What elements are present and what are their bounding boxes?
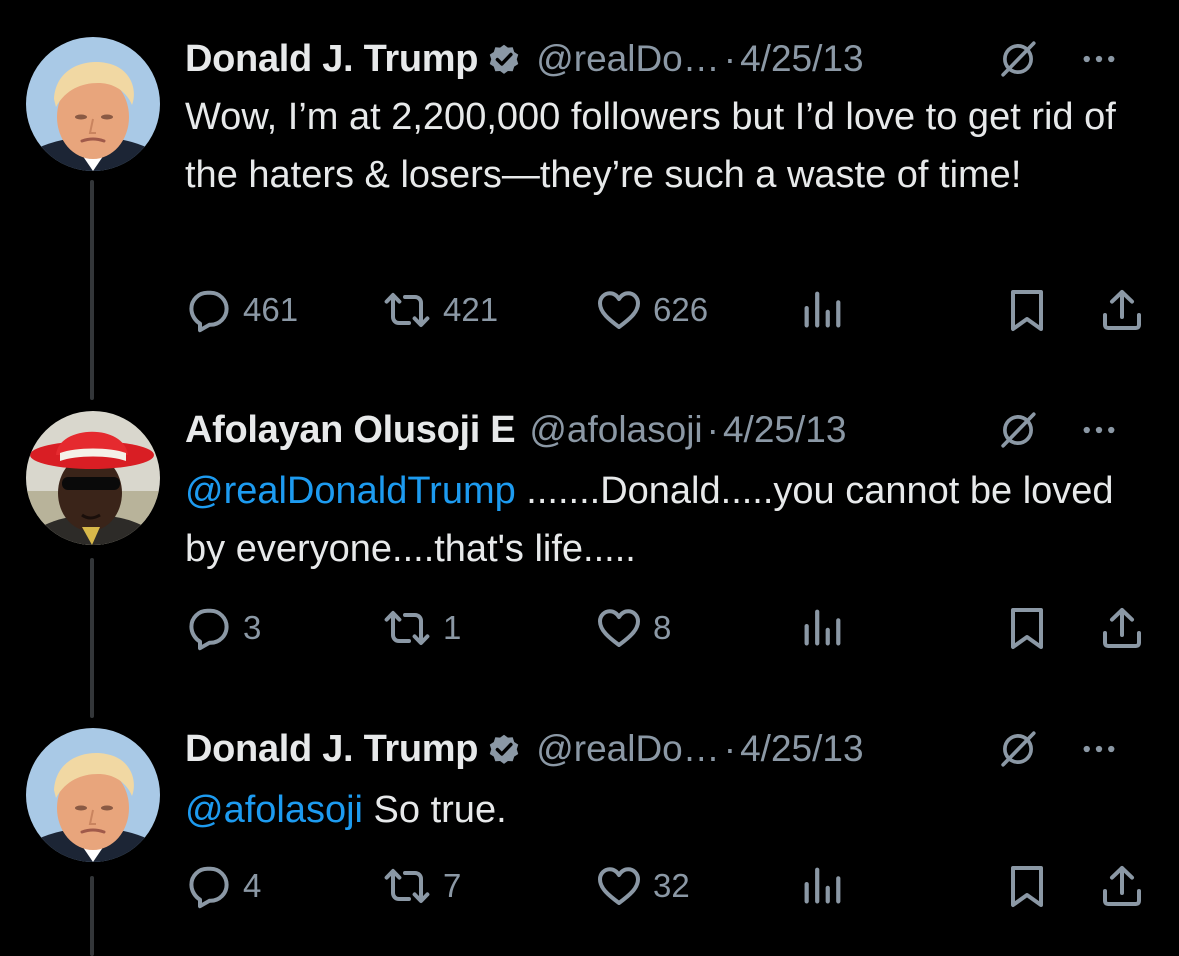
bookmark-icon	[1003, 286, 1051, 334]
heart-icon	[595, 604, 643, 652]
action-bar: 4 7 32	[185, 860, 1150, 912]
tweet-3[interactable]: Donald J. Trump @realDo… · 4/25/13 @afol…	[0, 710, 1179, 956]
heart-icon	[595, 862, 643, 910]
tweet-1[interactable]: Donald J. Trump @realDo… · 4/25/13 Wow, …	[0, 0, 1179, 400]
display-name[interactable]: Donald J. Trump	[185, 728, 479, 771]
like-count: 8	[653, 609, 672, 646]
tweet-header: Donald J. Trump @realDo… · 4/25/13	[185, 34, 1149, 84]
views-button[interactable]	[799, 284, 845, 336]
separator-dot: ·	[723, 38, 737, 79]
thread-line	[90, 558, 94, 718]
action-bar: 461 421 626	[185, 284, 1150, 336]
views-icon	[799, 863, 845, 909]
more-icon[interactable]	[1077, 38, 1121, 80]
bookmark-button[interactable]	[1003, 602, 1051, 654]
like-button[interactable]: 8	[595, 602, 671, 654]
tweet-body: Wow, I’m at 2,200,000 followers but I’d …	[185, 96, 1116, 196]
retweet-button[interactable]: 1	[381, 602, 461, 654]
tweet-text: @realDonaldTrump .......Donald.....you c…	[185, 462, 1149, 578]
reply-count: 4	[243, 867, 262, 904]
grok-icon[interactable]	[997, 38, 1039, 80]
more-icon[interactable]	[1077, 728, 1121, 770]
display-name[interactable]: Afolayan Olusoji E	[185, 409, 516, 452]
avatar[interactable]	[26, 37, 160, 171]
timestamp[interactable]: 4/25/13	[723, 409, 846, 451]
grok-icon[interactable]	[997, 728, 1039, 770]
tweet-header: Afolayan Olusoji E @afolasoji · 4/25/13	[185, 405, 1149, 455]
profile-photo	[26, 37, 160, 171]
tweet-text: @afolasoji So true.	[185, 781, 1149, 839]
reply-icon	[185, 286, 233, 334]
separator-dot: ·	[723, 728, 737, 769]
avatar[interactable]	[26, 728, 160, 862]
username[interactable]: @realDo…	[536, 728, 720, 770]
retweet-icon	[381, 604, 433, 652]
share-button[interactable]	[1098, 284, 1146, 336]
share-button[interactable]	[1098, 860, 1146, 912]
views-icon	[799, 605, 845, 651]
separator-dot: ·	[706, 409, 719, 450]
bookmark-button[interactable]	[1003, 860, 1051, 912]
action-bar: 3 1 8	[185, 602, 1150, 654]
timestamp[interactable]: 4/25/13	[740, 38, 863, 80]
retweet-count: 1	[443, 609, 462, 646]
retweet-count: 7	[443, 867, 462, 904]
share-button[interactable]	[1098, 602, 1146, 654]
tweet-text: Wow, I’m at 2,200,000 followers but I’d …	[185, 88, 1149, 204]
like-count: 626	[653, 291, 709, 328]
reply-count: 461	[243, 291, 299, 328]
reply-button[interactable]: 3	[185, 602, 261, 654]
heart-icon	[595, 286, 643, 334]
like-button[interactable]: 626	[595, 284, 708, 336]
reply-button[interactable]: 461	[185, 284, 298, 336]
like-count: 32	[653, 867, 690, 904]
retweet-count: 421	[443, 291, 499, 328]
tweet-2[interactable]: Afolayan Olusoji E @afolasoji · 4/25/13 …	[0, 380, 1179, 718]
views-button[interactable]	[799, 860, 845, 912]
profile-photo	[26, 728, 160, 862]
mention-link[interactable]: @realDonaldTrump	[185, 470, 516, 512]
reply-icon	[185, 604, 233, 652]
like-button[interactable]: 32	[595, 860, 690, 912]
more-icon[interactable]	[1077, 409, 1121, 451]
thread-line	[90, 876, 94, 956]
reply-icon	[185, 862, 233, 910]
timestamp[interactable]: 4/25/13	[740, 728, 863, 770]
profile-photo	[26, 411, 160, 545]
verified-badge-icon[interactable]	[486, 731, 522, 767]
thread-line	[90, 180, 94, 400]
grok-icon[interactable]	[997, 409, 1039, 451]
views-icon	[799, 287, 845, 333]
username[interactable]: @afolasoji	[529, 409, 702, 451]
bookmark-button[interactable]	[1003, 284, 1051, 336]
bookmark-icon	[1003, 862, 1051, 910]
reply-count: 3	[243, 609, 262, 646]
display-name[interactable]: Donald J. Trump	[185, 38, 479, 81]
mention-link[interactable]: @afolasoji	[185, 789, 363, 831]
retweet-icon	[381, 286, 433, 334]
views-button[interactable]	[799, 602, 845, 654]
bookmark-icon	[1003, 604, 1051, 652]
verified-badge-icon[interactable]	[486, 41, 522, 77]
tweet-header: Donald J. Trump @realDo… · 4/25/13	[185, 724, 1149, 774]
username[interactable]: @realDo…	[536, 38, 720, 80]
retweet-button[interactable]: 7	[381, 860, 461, 912]
tweet-body: So true.	[363, 789, 507, 831]
share-icon	[1098, 604, 1146, 652]
avatar[interactable]	[26, 411, 160, 545]
share-icon	[1098, 286, 1146, 334]
reply-button[interactable]: 4	[185, 860, 261, 912]
share-icon	[1098, 862, 1146, 910]
retweet-icon	[381, 862, 433, 910]
retweet-button[interactable]: 421	[381, 284, 498, 336]
